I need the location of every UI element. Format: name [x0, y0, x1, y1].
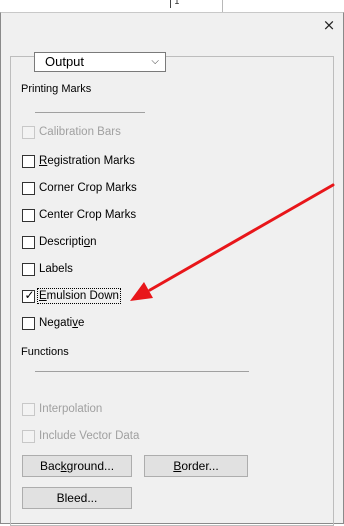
checkbox-label: Interpolation	[39, 403, 103, 415]
checkbox-box	[22, 316, 35, 330]
checkbox-label: Include Vector Data	[39, 430, 140, 442]
checkbox-label: Registration Marks	[39, 155, 135, 167]
checkbox-box	[22, 181, 35, 195]
border-button[interactable]: Border...	[144, 455, 248, 477]
checkbox-box	[22, 208, 35, 222]
checkbox-calibration-bars[interactable]: Calibration Bars	[22, 124, 121, 140]
checkbox-label: Description	[39, 236, 97, 248]
background-button[interactable]: Background...	[22, 455, 132, 477]
chevron-down-icon: ⌵	[151, 56, 159, 67]
checkbox-label: Corner Crop Marks	[39, 182, 137, 194]
functions-separator	[35, 371, 249, 372]
checkbox-box	[22, 402, 35, 416]
checkbox-include-vector-data[interactable]: Include Vector Data	[22, 428, 139, 444]
checkbox-center-crop-marks[interactable]: Center Crop Marks	[22, 207, 136, 223]
checkbox-label: Negative	[39, 317, 85, 329]
checkbox-registration-marks[interactable]: Registration Marks	[22, 153, 135, 169]
checkbox-emulsion-down[interactable]: ✓ Emulsion Down	[22, 287, 121, 304]
section-dropdown[interactable]: Output ⌵	[34, 52, 166, 72]
checkbox-label: Emulsion Down	[37, 288, 121, 304]
checkbox-label: Center Crop Marks	[39, 209, 137, 221]
checkbox-box-checked: ✓	[22, 287, 35, 303]
dropdown-value: Output	[45, 54, 85, 69]
printing-marks-heading: Printing Marks	[21, 83, 92, 95]
printing-marks-separator	[35, 112, 145, 113]
checkbox-description[interactable]: Description	[22, 234, 97, 250]
close-icon[interactable]: ×	[319, 15, 339, 35]
checkbox-negative[interactable]: Negative	[22, 315, 84, 331]
background-window: 1	[0, 0, 344, 12]
bleed-button[interactable]: Bleed...	[22, 487, 132, 509]
check-icon: ✓	[24, 287, 35, 302]
checkbox-corner-crop-marks[interactable]: Corner Crop Marks	[22, 180, 137, 196]
functions-heading: Functions	[21, 346, 69, 358]
print-options-dialog: × Output ⌵ Printing Marks Calibration Ba…	[0, 12, 344, 526]
checkbox-box	[22, 262, 35, 276]
ruler-divider	[222, 0, 223, 12]
checkbox-labels[interactable]: Labels	[22, 261, 73, 277]
ruler-number: 1	[174, 0, 180, 7]
checkbox-box	[22, 154, 35, 168]
checkbox-label: Labels	[39, 263, 73, 275]
checkbox-box	[22, 125, 35, 139]
checkbox-interpolation[interactable]: Interpolation	[22, 401, 102, 417]
checkbox-label: Calibration Bars	[39, 126, 121, 138]
checkbox-box	[22, 235, 35, 249]
checkbox-box	[22, 429, 35, 443]
ruler-tick	[170, 0, 171, 8]
